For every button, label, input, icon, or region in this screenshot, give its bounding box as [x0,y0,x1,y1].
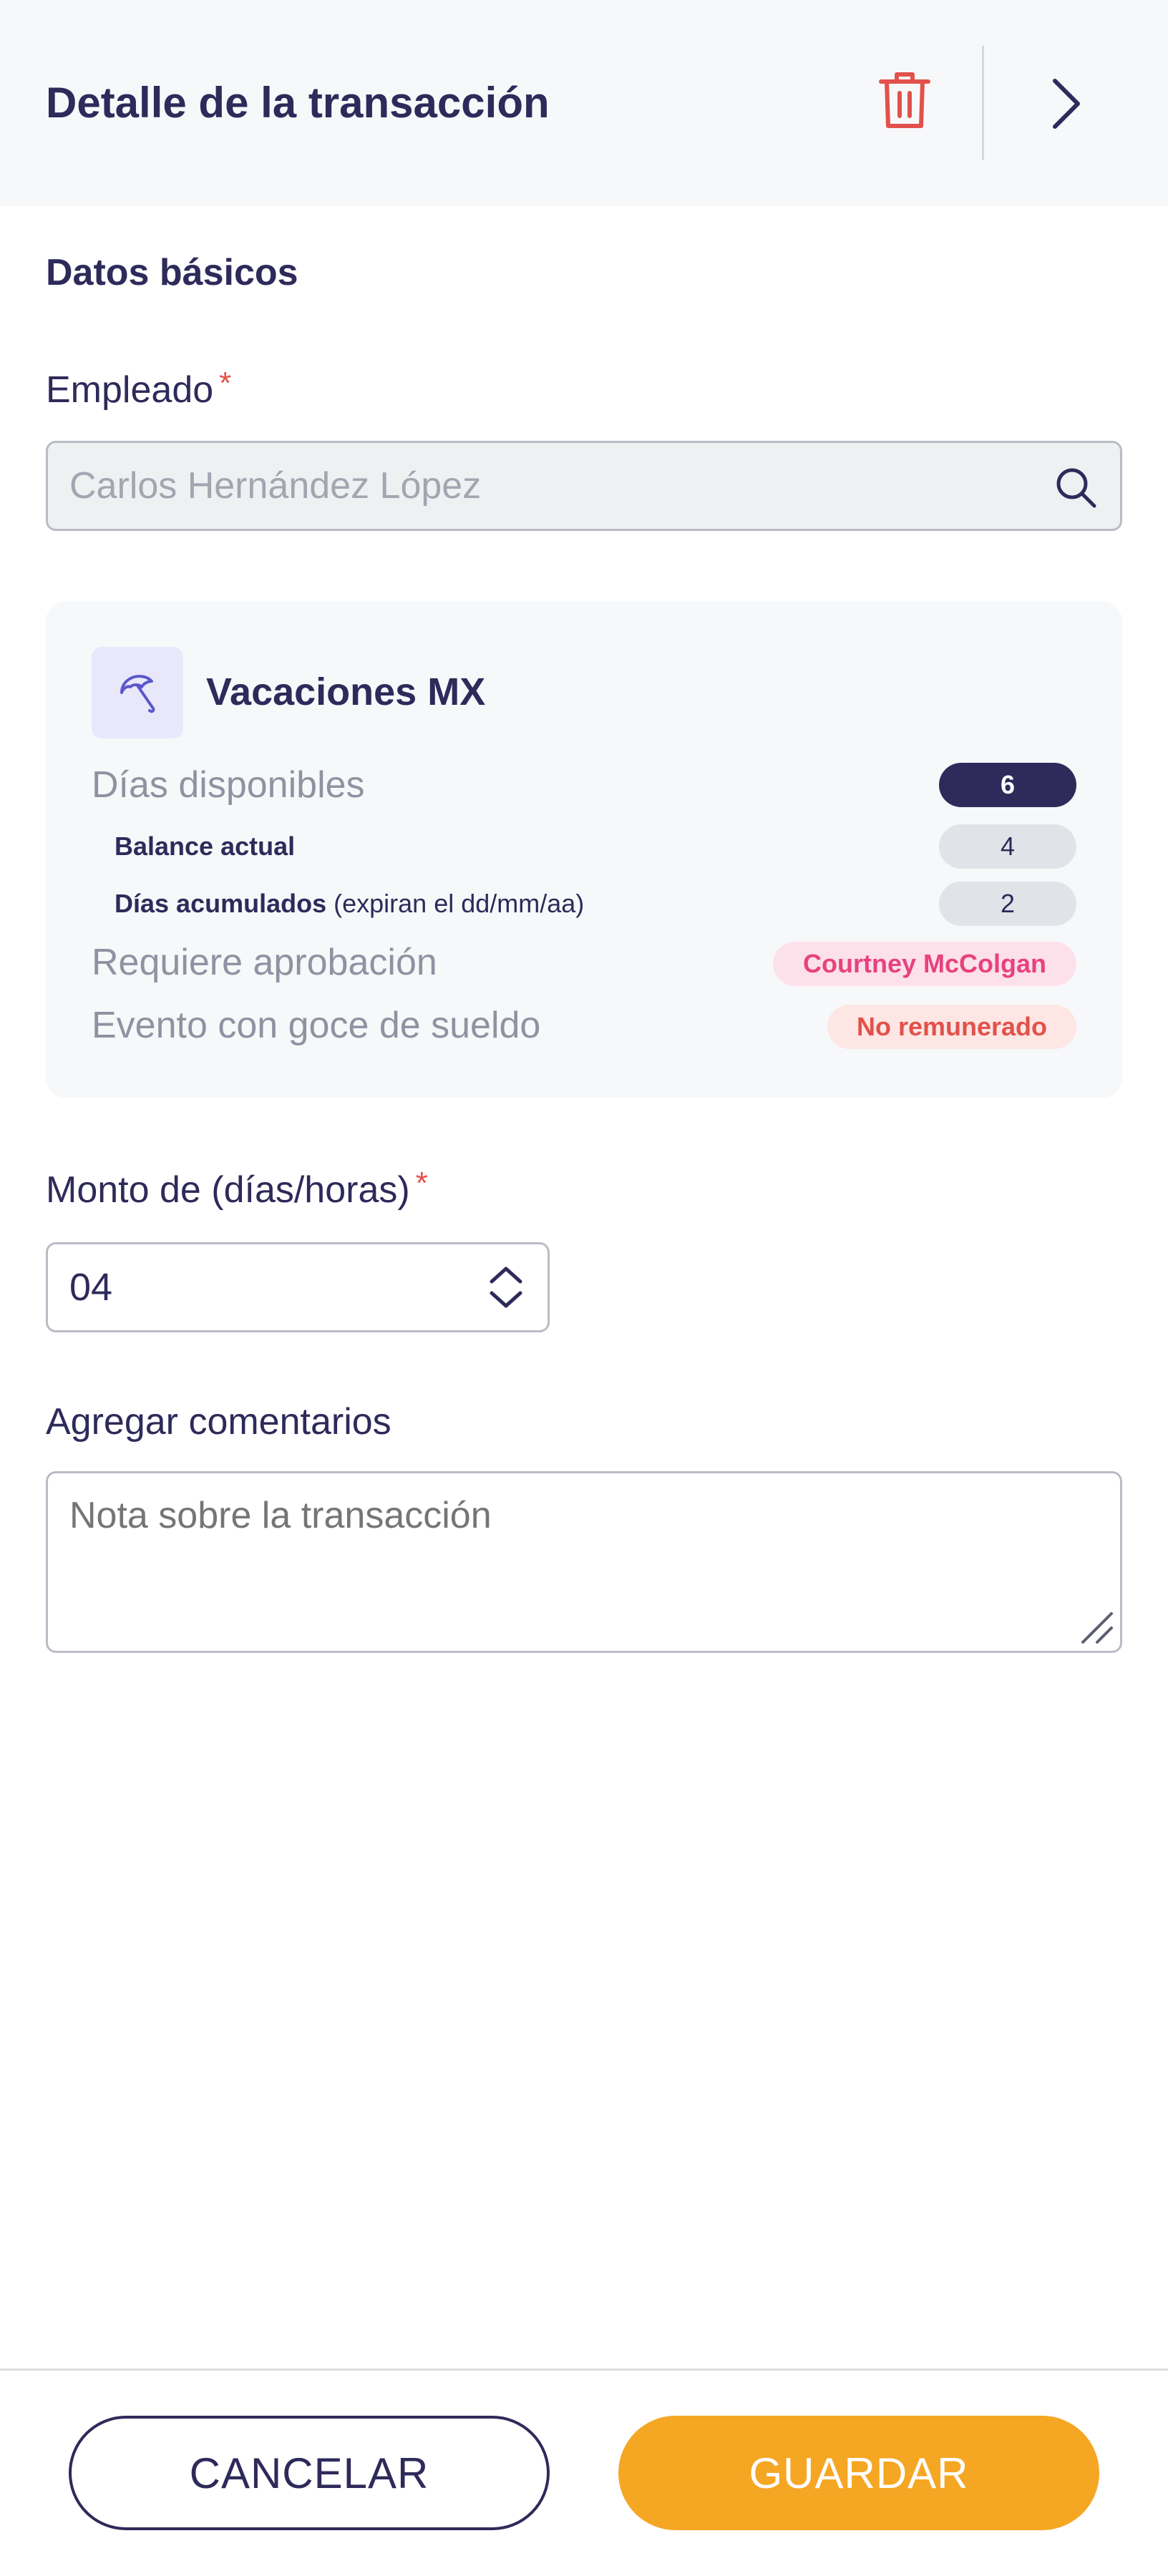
accrued-days-label-text: Días acumulados [115,889,327,918]
required-mark: * [219,366,232,401]
amount-label-text: Monto de (días/horas) [46,1169,410,1211]
policy-summary-card: Vacaciones MX Días disponibles 6 Balance… [46,601,1122,1098]
comments-label: Agregar comentarios [46,1401,391,1443]
required-mark: * [415,1166,428,1201]
header-bar: Detalle de la transacción [0,0,1168,206]
employee-search-input[interactable] [69,443,1028,529]
current-balance-label-text: Balance actual [115,831,296,861]
umbrella-icon [120,675,155,713]
approval-label: Requiere aprobación [92,942,437,983]
amount-input[interactable] [69,1244,470,1330]
paid-status-badge: No remunerado [827,1005,1076,1049]
up-down-chevron-icon[interactable] [486,1263,526,1312]
employee-label-text: Empleado [46,369,214,411]
employee-label: Empleado * [46,365,231,417]
policy-title: Vacaciones MX [206,670,486,713]
approver-badge: Courtney McColgan [773,942,1076,986]
page-title: Detalle de la transacción [46,79,550,127]
accrued-days-badge: 2 [939,882,1076,926]
footer-divider [0,2368,1168,2371]
comments-field[interactable] [46,1471,1122,1653]
search-icon[interactable] [1053,464,1099,510]
cancel-button[interactable]: CANCELAR [69,2416,550,2530]
section-title: Datos básicos [46,252,298,293]
next-button[interactable] [1031,64,1102,143]
policy-icon-box [92,647,183,738]
available-days-label: Días disponibles [92,764,365,806]
current-balance-label: Balance actual [115,829,295,864]
available-days-badge: 6 [939,763,1076,807]
amount-stepper[interactable] [46,1242,550,1332]
paid-event-label: Evento con goce de sueldo [92,1005,541,1046]
delete-button[interactable] [869,64,940,136]
accrued-days-label: Días acumulados (expiran el dd/mm/aa) [115,886,584,922]
chevron-right-icon [1053,79,1080,129]
amount-label: Monto de (días/horas) * [46,1165,428,1217]
current-balance-badge: 4 [939,824,1076,869]
resize-handle-icon[interactable] [1079,1609,1116,1646]
trash-icon [879,72,930,128]
save-button[interactable]: GUARDAR [618,2416,1099,2530]
header-divider [982,46,984,160]
comments-textarea[interactable] [69,1491,1086,1626]
accrued-days-note: (expiran el dd/mm/aa) [334,889,585,918]
employee-search-field[interactable] [46,441,1122,531]
